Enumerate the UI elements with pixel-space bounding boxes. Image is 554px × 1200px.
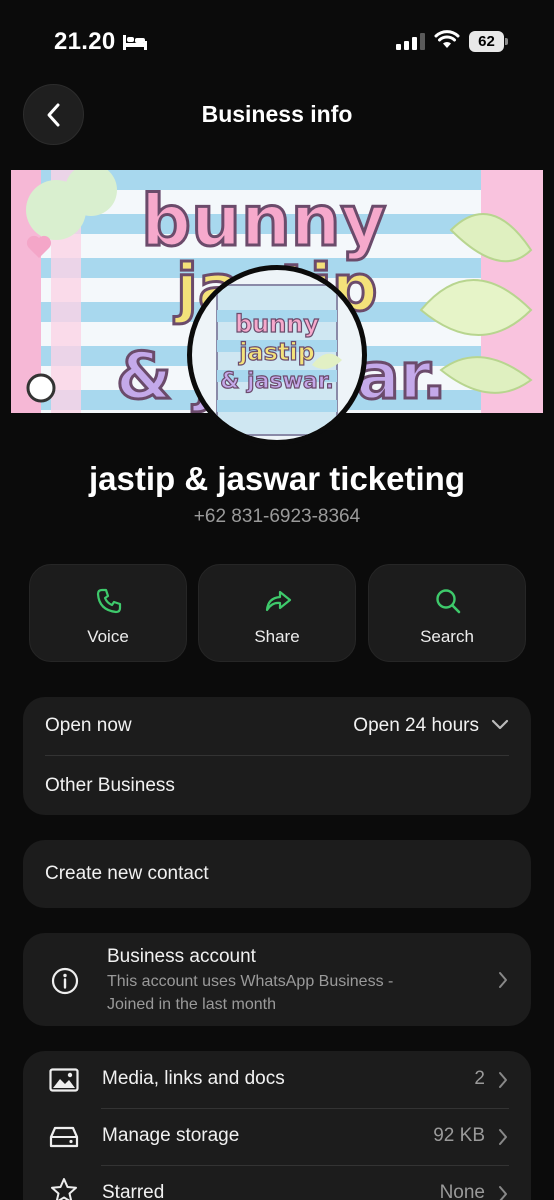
chevron-right-icon [499,1129,507,1145]
storage-size: 92 KB [433,1125,485,1146]
info-icon [51,967,79,995]
chevron-right-icon [499,1072,507,1088]
page-title: Business info [201,101,353,127]
starred-value: None [439,1182,485,1200]
status-bar: 21.20 62 [0,0,554,80]
battery-tip [505,38,508,45]
manage-storage-label: Manage storage [102,1125,240,1146]
business-account-row[interactable]: Business account This account uses Whats… [23,933,531,1026]
business-account-title: Business account [107,946,256,967]
media-links-docs-label: Media, links and docs [102,1068,285,1089]
phone-icon [96,588,122,614]
search-button[interactable]: Search [368,564,526,662]
media-storage-card: Media, links and docs 2 Manage storage 9… [23,1051,531,1200]
media-links-docs-row[interactable]: Media, links and docs 2 [23,1051,531,1108]
cover-logo-line-1: bunny [141,180,386,262]
business-account-line-2: Joined in the last month [107,996,276,1013]
avatar-artwork: bunny jastip & jaswar. [192,270,362,440]
avatar-logo-line-2: jastip [238,338,315,366]
voice-label: Voice [87,627,129,646]
wifi-icon [434,30,460,48]
bed-icon [123,35,147,50]
share-label: Share [254,627,300,646]
profile-phone: +62 831-6923-8364 [193,506,361,527]
share-icon [265,590,292,612]
open-status: Open now [45,715,132,736]
starred-label: Starred [102,1182,165,1200]
chevron-right-icon [499,1186,507,1200]
business-hours-card: Open now Open 24 hours Other Business [23,697,531,815]
profile-name: jastip & jaswar ticketing [89,460,465,497]
starred-row[interactable]: Starred None [23,1165,531,1200]
create-contact-button[interactable]: Create new contact [23,840,531,908]
hours-value: Open 24 hours [353,715,479,736]
search-label: Search [420,627,474,646]
media-count: 2 [474,1068,485,1089]
business-account-line-1: This account uses WhatsApp Business - [107,973,394,990]
share-button[interactable]: Share [198,564,356,662]
image-icon [49,1068,79,1092]
chevron-down-icon [491,719,509,730]
divider [45,755,509,756]
business-info-screen: 21.20 62 Business info bunny & bunny jas… [0,0,554,1200]
voice-call-button[interactable]: Voice [29,564,187,662]
create-contact-label: Create new contact [45,863,209,884]
storage-icon [49,1126,79,1148]
business-category: Other Business [45,775,175,796]
profile-avatar[interactable]: bunny jastip & jaswar. [187,265,367,445]
star-icon [51,1178,77,1200]
avatar-logo-line-1: bunny [235,310,319,338]
search-icon [436,589,461,614]
avatar-logo-line-3: & jaswar. [220,369,334,394]
hours-row[interactable]: Open now Open 24 hours [23,697,531,755]
battery-indicator: 62 [469,31,508,52]
status-time: 21.20 [54,28,116,55]
battery-level: 62 [469,31,504,52]
chevron-right-icon [499,972,507,988]
signal-icon [396,33,425,50]
manage-storage-row[interactable]: Manage storage 92 KB [23,1108,531,1165]
